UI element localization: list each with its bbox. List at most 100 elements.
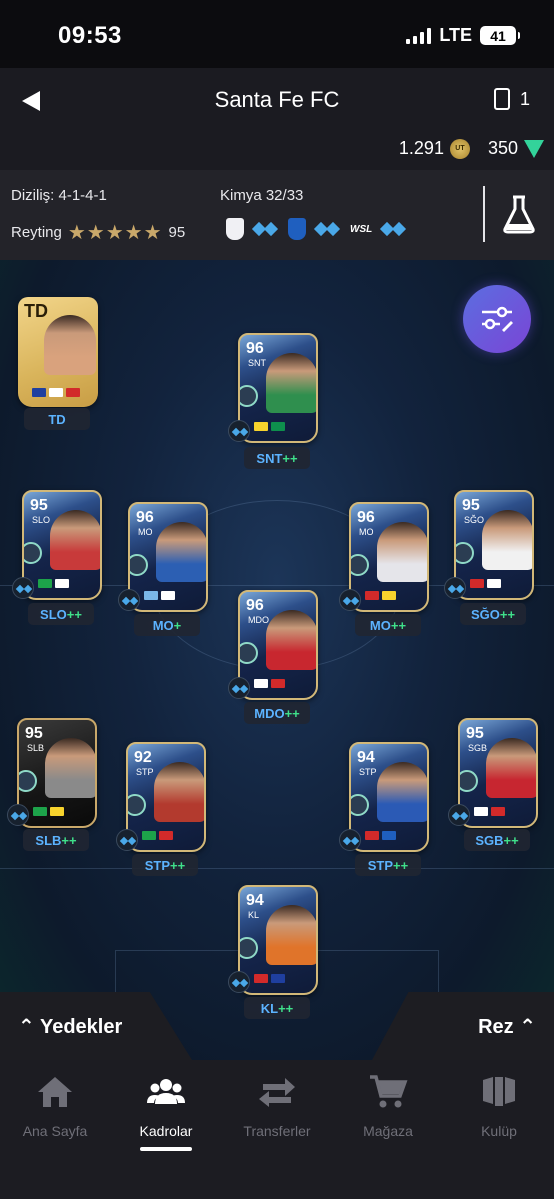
status-icons: LTE 41: [406, 25, 520, 46]
position-label-mo2[interactable]: MO ++: [355, 614, 421, 636]
position-label-text: STP: [144, 857, 171, 873]
nation-flag-icon: [271, 974, 285, 983]
player-card-sgb[interactable]: 95 SGB: [458, 718, 538, 828]
nation-flag-icon: [271, 679, 285, 688]
player-rating: 96: [357, 509, 375, 526]
player-flags: [254, 974, 285, 983]
player-flags: [33, 807, 64, 816]
position-label-sgo[interactable]: SĞO ++: [460, 603, 526, 625]
currency-bar: 1.291 UT 350: [399, 138, 544, 159]
player-position: SLO: [32, 515, 51, 525]
position-label-text: SNT: [256, 450, 283, 466]
chemistry-plus: ++: [61, 832, 77, 848]
player-flags: [365, 831, 396, 840]
chemistry-plus: +: [173, 617, 182, 633]
player-position: STP: [359, 767, 377, 777]
status-bar: 09:53 LTE 41: [0, 0, 554, 68]
player-position: MDO: [248, 615, 269, 625]
tab-bar: Ana Sayfa Kadrolar Transferler Mağaza Ku…: [0, 1060, 554, 1199]
player-card-mo2[interactable]: 96 MO: [349, 502, 429, 612]
cart-icon: [370, 1075, 408, 1108]
player-portrait: [154, 762, 204, 822]
nation-flag-icon: [382, 831, 396, 840]
player-role-icon: [130, 554, 148, 576]
player-card-snt[interactable]: 96 SNT: [238, 333, 318, 443]
position-label-snt[interactable]: SNT ++: [244, 447, 310, 469]
club-icon: [483, 1077, 515, 1106]
chemistry-plus: ++: [393, 857, 409, 873]
league-badges: WSL: [226, 218, 408, 240]
player-rating: 96: [246, 597, 264, 614]
chemistry-plus: ++: [66, 606, 82, 622]
player-card-kl[interactable]: 94 KL: [238, 885, 318, 995]
bench-text: Yedekler: [39, 1016, 123, 1038]
chemistry-plus: ++: [284, 705, 300, 721]
nation-flag-icon: [254, 679, 268, 688]
reserves-label: Rez ⌃: [478, 1016, 536, 1038]
chemistry-plus: ++: [170, 857, 186, 873]
player-rating: 94: [246, 892, 264, 909]
player-rating: 96: [246, 340, 264, 357]
player-portrait: [266, 905, 316, 965]
tab-transfers[interactable]: Transferler: [222, 1074, 332, 1139]
player-card-slo[interactable]: 95 SLO: [22, 490, 102, 600]
nation-flag-icon: [144, 591, 158, 600]
player-card-slb[interactable]: 95 SLB: [17, 718, 97, 828]
position-label-text: SĞO: [470, 606, 500, 622]
position-label-slo[interactable]: SLO ++: [28, 603, 94, 625]
transfer-icon: [259, 1078, 295, 1107]
position-label-mo1[interactable]: MO +: [134, 614, 200, 636]
player-portrait: [50, 510, 100, 570]
position-label-text: SLB: [35, 832, 62, 848]
player-card-mo1[interactable]: 96 MO: [128, 502, 208, 612]
tab-home-label: Ana Sayfa: [22, 1123, 88, 1139]
tab-club[interactable]: Kulüp: [444, 1074, 554, 1139]
position-label-td[interactable]: TD: [24, 408, 90, 430]
chem-diamond-icon: [380, 218, 408, 240]
position-label-stp1[interactable]: STP ++: [132, 854, 198, 876]
tab-squads[interactable]: Kadrolar: [111, 1074, 221, 1151]
player-card-sgo[interactable]: 95 SĞO: [454, 490, 534, 600]
points-value: 350: [487, 138, 518, 158]
player-rating: 94: [357, 749, 375, 766]
player-rating: 95: [25, 725, 43, 742]
position-label-slb[interactable]: SLB ++: [23, 829, 89, 851]
rating-label: Reyting: [11, 224, 62, 241]
nation-flag-icon: [487, 579, 501, 588]
squad-count[interactable]: 1: [493, 88, 530, 110]
chemistry-dot-icon: [12, 577, 34, 599]
position-label-kl[interactable]: KL ++: [244, 997, 310, 1019]
player-card-mdo[interactable]: 96 MDO: [238, 590, 318, 700]
chemistry-dot-icon: [339, 829, 361, 851]
player-card-td[interactable]: TD: [18, 297, 98, 407]
coins-value: 1.291: [398, 138, 444, 158]
chemistry-dot-icon: [228, 420, 250, 442]
position-label-mdo[interactable]: MDO ++: [244, 702, 310, 724]
chem-diamond-icon: [251, 218, 280, 240]
player-position: STP: [136, 767, 154, 777]
tab-home[interactable]: Ana Sayfa: [0, 1074, 110, 1139]
player-portrait: [45, 738, 95, 798]
chemistry-dot-icon: [444, 577, 466, 599]
formation-label[interactable]: Diziliş: 4-1-4-1: [11, 187, 107, 204]
squad-count-value: 1: [519, 88, 530, 109]
position-label-text: TD: [48, 411, 66, 427]
sliders-icon: [482, 306, 513, 332]
player-rating: 92: [134, 749, 152, 766]
player-card-stp2[interactable]: 94 STP: [349, 742, 429, 852]
player-position: MO: [359, 527, 374, 537]
position-label-sgb[interactable]: SGB ++: [464, 829, 530, 851]
position-label-stp2[interactable]: STP ++: [355, 854, 421, 876]
nation-flag-icon: [271, 422, 285, 431]
player-flags: [474, 807, 505, 816]
chemistry-plus: ++: [503, 832, 519, 848]
player-card-stp1[interactable]: 92 STP: [126, 742, 206, 852]
serie-a-badge-icon: [288, 218, 306, 240]
nation-flag-icon: [474, 807, 488, 816]
tab-store[interactable]: Mağaza: [333, 1074, 443, 1139]
player-flags: [365, 591, 396, 600]
tactics-button[interactable]: [463, 285, 531, 353]
rating-value: 95: [168, 224, 186, 241]
chemistry-flask-icon[interactable]: [502, 194, 536, 234]
position-label-text: MO: [369, 617, 391, 633]
